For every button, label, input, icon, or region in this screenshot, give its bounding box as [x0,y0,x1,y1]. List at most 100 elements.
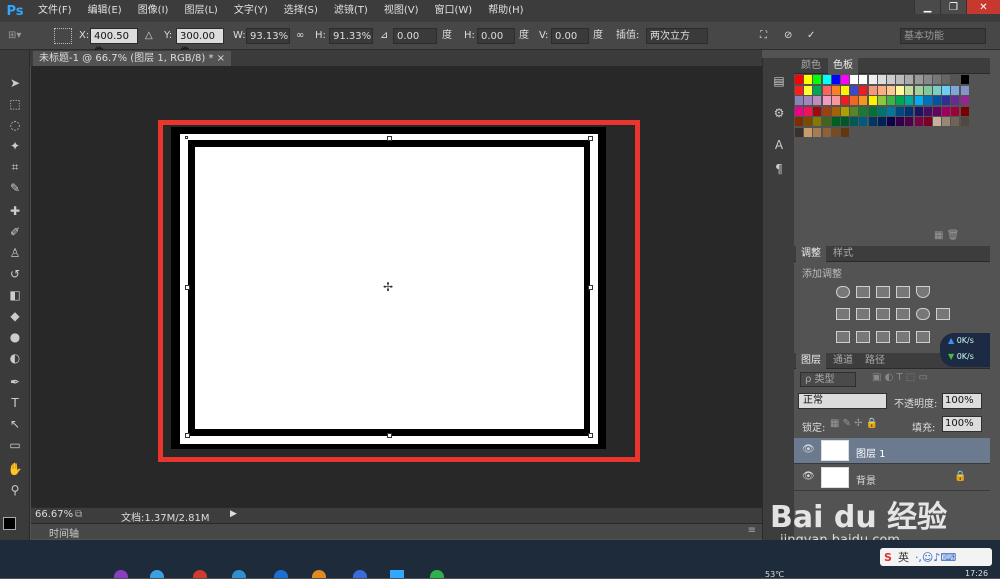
swatch[interactable] [960,117,969,126]
width-field[interactable]: 93.13% [246,28,290,44]
swatch[interactable] [804,75,813,84]
character-panel-icon[interactable]: A [769,136,789,154]
y-field[interactable]: 300.00 像 [176,28,224,58]
levels-adjust-icon[interactable] [856,286,870,298]
swatch[interactable] [896,106,905,116]
swatch[interactable] [850,85,859,95]
new-swatch-icon[interactable]: ▦ 🗑 [934,230,959,241]
swatch[interactable] [914,85,923,95]
ime-toolbar[interactable]: S 英 ·,☺♪⌨ [880,548,992,566]
color-lookup-adjust-icon[interactable] [936,308,950,320]
swatch[interactable] [933,85,941,95]
swatch[interactable] [841,127,849,137]
menu-help[interactable]: 帮助(H) [480,0,531,22]
swatch[interactable] [960,96,969,105]
swatch[interactable] [822,106,831,116]
swatch[interactable] [804,127,813,137]
swatch[interactable] [868,117,877,126]
minimize-button[interactable]: ▁ [914,0,940,14]
swatch[interactable] [850,75,859,84]
swatch[interactable] [795,75,803,84]
swatch[interactable] [905,117,914,126]
swatch[interactable] [822,85,831,95]
swatch[interactable] [831,117,840,126]
swatch[interactable] [831,106,840,116]
properties-panel-icon[interactable]: ⚙ [769,104,789,122]
x-field[interactable]: 400.50 像 [90,28,138,58]
transform-handle-tr[interactable] [588,136,593,141]
swatch[interactable] [850,96,859,105]
transform-handle-tl[interactable] [185,136,188,139]
healing-brush-tool-icon[interactable]: ✚ [5,202,25,220]
angle-field[interactable]: 0.00 [393,28,437,44]
threshold-adjust-icon[interactable] [876,331,890,343]
swatch[interactable] [877,117,886,126]
swatch[interactable] [887,106,895,116]
swatch[interactable] [868,96,877,105]
color-balance-adjust-icon[interactable] [856,308,870,320]
swatch-grid[interactable] [795,75,975,145]
swatch[interactable] [841,75,849,84]
delta-icon[interactable]: △ [145,28,153,44]
transform-handle-r[interactable] [588,285,593,290]
transform-handle-bl[interactable] [185,433,190,438]
warp-icon[interactable]: ⛶ [760,28,767,44]
tab-adjustments[interactable]: 调整 [796,246,826,262]
opacity-field[interactable]: 100% [942,393,982,409]
network-speed-widget[interactable]: ▲ 0K/s ▼ 0K/s [940,333,990,367]
transform-handle-br[interactable] [588,433,593,438]
swatch[interactable] [795,127,803,137]
channel-mixer-adjust-icon[interactable] [916,308,930,320]
invert-adjust-icon[interactable] [836,331,850,343]
swatch[interactable] [831,96,840,105]
marquee-tool-icon[interactable]: ⬚ [5,95,25,113]
menu-edit[interactable]: 编辑(E) [80,0,130,22]
timeline-menu-icon[interactable]: ≡ [748,525,756,536]
swatch[interactable] [942,106,951,116]
paragraph-panel-icon[interactable]: ¶ [769,160,789,178]
swatch[interactable] [914,75,923,84]
swatch[interactable] [813,127,822,137]
lock-icons[interactable]: ▦ ✎ ✢ 🔒 [830,418,878,429]
brightness-adjust-icon[interactable] [836,286,850,298]
swatch[interactable] [822,96,831,105]
swatch[interactable] [822,117,831,126]
exposure-adjust-icon[interactable] [896,286,910,298]
swatch[interactable] [831,85,840,95]
menu-view[interactable]: 视图(V) [376,0,427,22]
swatch[interactable] [960,85,969,95]
height-field[interactable]: 91.33% [329,28,373,44]
swatch[interactable] [923,117,932,126]
black-white-adjust-icon[interactable] [876,308,890,320]
swatch[interactable] [813,106,822,116]
swatch[interactable] [905,106,914,116]
swatch[interactable] [877,106,886,116]
swatch[interactable] [960,106,969,116]
swatch[interactable] [822,127,831,137]
swatch[interactable] [951,75,960,84]
layer-name[interactable]: 背景 [856,472,876,487]
swatch[interactable] [933,96,941,105]
swatch[interactable] [933,75,941,84]
restore-button[interactable]: ❐ [940,0,966,14]
swatch[interactable] [804,106,813,116]
taskbar-photoshop-icon[interactable] [390,570,404,578]
swatch[interactable] [951,117,960,126]
swatch[interactable] [887,96,895,105]
shape-tool-icon[interactable]: ▭ [5,436,25,454]
swatch[interactable] [942,117,951,126]
vskew-field[interactable]: 0.00 [551,28,589,44]
swatch[interactable] [831,127,840,137]
swatch[interactable] [841,117,849,126]
layer-filter-icons[interactable]: ▣ ◐ T ⬚ ▭ [872,372,928,383]
curves-adjust-icon[interactable] [876,286,890,298]
visibility-eye-icon[interactable]: 👁 [802,471,815,482]
menu-type[interactable]: 文字(Y) [226,0,276,22]
hskew-field[interactable]: 0.00 [477,28,515,44]
swatch[interactable] [933,117,941,126]
swatch[interactable] [923,75,932,84]
swatch[interactable] [795,96,803,105]
layer-row-background[interactable]: 👁 背景 🔒 [794,465,990,491]
taskbar-app-icon[interactable] [193,570,207,578]
ime-mode[interactable]: 英 [898,549,909,565]
